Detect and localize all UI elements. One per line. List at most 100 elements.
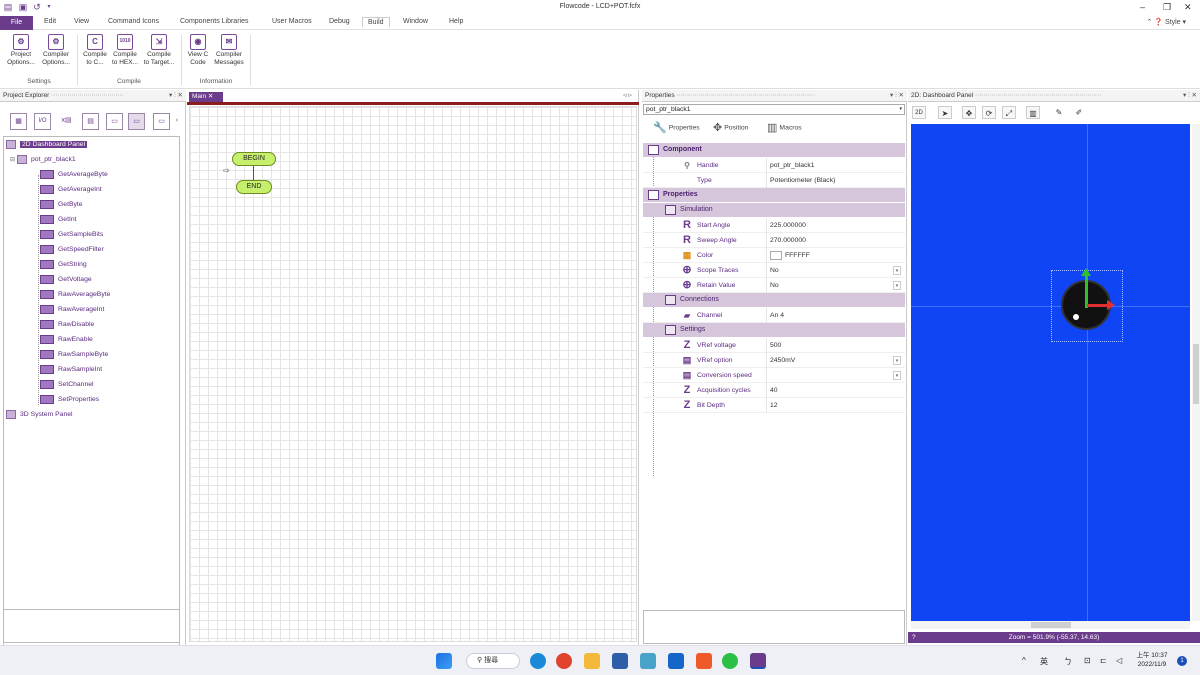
- prop-row-type[interactable]: Type Potentiometer (Black): [643, 173, 905, 188]
- notepad-icon[interactable]: [612, 653, 628, 669]
- tree-macro-item[interactable]: RawSampleByte: [40, 349, 108, 361]
- help-icon[interactable]: ❓: [1154, 19, 1163, 26]
- gizmo-x-axis[interactable]: [1087, 304, 1109, 307]
- compile-to-hex-button[interactable]: 1010 Compile to HEX...: [110, 34, 140, 67]
- zoom-fit-icon[interactable]: ⤢: [1002, 106, 1016, 119]
- tree-macro-item[interactable]: GetAverageInt: [40, 184, 102, 196]
- dashboard-canvas[interactable]: [911, 124, 1190, 621]
- tree-macro-item[interactable]: GetString: [40, 259, 87, 271]
- taskbar-search[interactable]: ⚲ 搜尋: [466, 653, 520, 669]
- close-tab-icon[interactable]: ✕: [208, 93, 213, 100]
- color-swatch[interactable]: [770, 250, 782, 260]
- network-icon[interactable]: ⊏: [1100, 656, 1107, 665]
- prop-row-channel[interactable]: ▰ Channel An 4: [643, 308, 905, 323]
- chrome-icon[interactable]: [556, 653, 572, 669]
- compiler-options-button[interactable]: ⚙ Compiler Options...: [40, 34, 72, 67]
- tree-macro-item[interactable]: GetAverageByte: [40, 169, 108, 181]
- constants-view-icon[interactable]: ▤: [82, 113, 99, 130]
- menu-user-macros[interactable]: User Macros: [272, 18, 312, 25]
- app-icon[interactable]: [640, 653, 656, 669]
- ime-mode[interactable]: ㄅ: [1064, 656, 1072, 667]
- scroll-thumb[interactable]: [1031, 622, 1071, 628]
- menu-edit[interactable]: Edit: [44, 18, 56, 25]
- tab-properties[interactable]: 🔧 Properties: [653, 121, 700, 134]
- drag-grip[interactable]: ⋯⋯⋯⋯⋯⋯⋯⋯⋯⋯⋯⋯: [51, 92, 124, 99]
- close-icon[interactable]: ✕: [1184, 2, 1192, 13]
- panel-controls[interactable]: ▾ ⫶ ✕: [890, 90, 904, 101]
- drag-grip[interactable]: ⋯⋯⋯⋯⋯⋯⋯⋯⋯⋯⋯⋯⋯⋯⋯⋯⋯⋯⋯⋯⋯⋯⋯: [676, 92, 815, 99]
- tree-macro-item[interactable]: RawDisable: [40, 319, 94, 331]
- ports-view-icon[interactable]: I/O: [34, 113, 51, 130]
- tree-macro-item[interactable]: RawAverageByte: [40, 289, 110, 301]
- gizmo-y-axis[interactable]: [1085, 274, 1088, 308]
- menu-debug[interactable]: Debug: [329, 18, 350, 25]
- dropdown-icon[interactable]: ▾: [893, 266, 901, 275]
- gizmo-y-arrow-icon[interactable]: [1081, 268, 1091, 276]
- menu-file[interactable]: File: [0, 16, 33, 30]
- tree-macro-item[interactable]: RawSampleInt: [40, 364, 102, 376]
- prop-row-start-angle[interactable]: R Start Angle 225.000000: [643, 218, 905, 233]
- macros-view-icon[interactable]: ▭: [106, 113, 123, 130]
- tab-main[interactable]: Main ✕: [189, 92, 223, 102]
- ime-language[interactable]: 英: [1040, 656, 1048, 667]
- mail-icon[interactable]: [668, 653, 684, 669]
- pan-icon[interactable]: ✥: [962, 106, 976, 119]
- start-icon[interactable]: [436, 653, 452, 669]
- tray-chevron-icon[interactable]: ^: [1022, 656, 1026, 665]
- notification-badge[interactable]: 1: [1177, 656, 1187, 666]
- end-block[interactable]: END: [236, 180, 272, 194]
- prop-row-color[interactable]: ▦ Color FFFFFF: [643, 248, 905, 263]
- subsection-settings[interactable]: Settings: [643, 323, 905, 337]
- pointer-icon[interactable]: ➤: [938, 106, 952, 119]
- toolbar-overflow-icon[interactable]: ‹: [173, 113, 181, 130]
- taskbar-clock[interactable]: 上午 10:37 2022/11/9: [1132, 651, 1172, 669]
- style-menu[interactable]: ⌃ ❓ Style ▾: [1146, 18, 1186, 26]
- tree-macro-item[interactable]: GetVoltage: [40, 274, 92, 286]
- dropdown-icon[interactable]: ▾: [893, 371, 901, 380]
- tree-node-pot-ptr-black1[interactable]: ⊟ pot_ptr_black1: [10, 154, 76, 166]
- menu-command-icons[interactable]: Command Icons: [108, 18, 159, 25]
- tree-macro-item[interactable]: RawEnable: [40, 334, 93, 346]
- align-icon[interactable]: ▥: [1026, 106, 1040, 119]
- section-properties[interactable]: Properties: [643, 188, 905, 202]
- prop-row-handle[interactable]: ⚲ Handle pot_ptr_black1: [643, 158, 905, 173]
- volume-icon[interactable]: ◁: [1116, 656, 1122, 665]
- prop-row-bit-depth[interactable]: Z Bit Depth 12: [643, 398, 905, 413]
- prop-row-conversion-speed[interactable]: ▤ Conversion speed ▾: [643, 368, 905, 383]
- menu-window[interactable]: Window: [403, 18, 428, 25]
- events-view-icon[interactable]: ▭: [153, 113, 170, 130]
- minimize-icon[interactable]: –: [1140, 2, 1145, 12]
- tab-macros[interactable]: ▥ Macros: [767, 121, 802, 134]
- edge-icon[interactable]: [530, 653, 546, 669]
- line-icon[interactable]: [722, 653, 738, 669]
- menu-help[interactable]: Help: [449, 18, 463, 25]
- flowchart-canvas[interactable]: BEGIN ⇨ END: [189, 106, 637, 642]
- restore-icon[interactable]: ❐: [1163, 2, 1171, 13]
- tool-brush-icon[interactable]: ✐: [1072, 106, 1086, 119]
- begin-block[interactable]: BEGIN: [232, 152, 276, 166]
- menu-components-libraries[interactable]: Components Libraries: [180, 18, 248, 25]
- prop-row-sweep-angle[interactable]: R Sweep Angle 270.000000: [643, 233, 905, 248]
- horizontal-scrollbar[interactable]: [911, 621, 1190, 629]
- prop-row-retain-value[interactable]: ⊕ Retain Value No ▾: [643, 278, 905, 293]
- gizmo-x-arrow-icon[interactable]: [1107, 300, 1115, 310]
- variables-view-icon[interactable]: x▤: [58, 113, 75, 130]
- components-view-icon[interactable]: ▦: [10, 113, 27, 130]
- 2d-view-icon[interactable]: 2D: [912, 106, 926, 119]
- tree-macro-item[interactable]: GetSampleBits: [40, 229, 103, 241]
- prop-row-vref-option[interactable]: ▤ VRef option 2450mV ▾: [643, 353, 905, 368]
- prop-row-acquisition-cycles[interactable]: Z Acquisition cycles 40: [643, 383, 905, 398]
- section-component[interactable]: Component: [643, 143, 905, 157]
- tab-position[interactable]: ✥ Position: [713, 121, 748, 134]
- component-selector[interactable]: pot_ptr_black1 ▾: [643, 104, 905, 115]
- compile-to-target-button[interactable]: ⇲ Compile to Target...: [141, 34, 177, 67]
- panel-controls[interactable]: ▾ ⫶ ✕: [169, 90, 183, 101]
- dropdown-icon[interactable]: ▾: [893, 356, 901, 365]
- tree-macro-item[interactable]: SetChannel: [40, 379, 94, 391]
- menu-build[interactable]: Build: [362, 17, 390, 27]
- compiler-messages-button[interactable]: ✉ Compiler Messages: [212, 34, 246, 67]
- tree-node-3d-system[interactable]: 3D System Panel: [6, 409, 73, 421]
- tree-macro-item[interactable]: RawAverageInt: [40, 304, 104, 316]
- menu-view[interactable]: View: [74, 18, 89, 25]
- tree-macro-item[interactable]: GetByte: [40, 199, 83, 211]
